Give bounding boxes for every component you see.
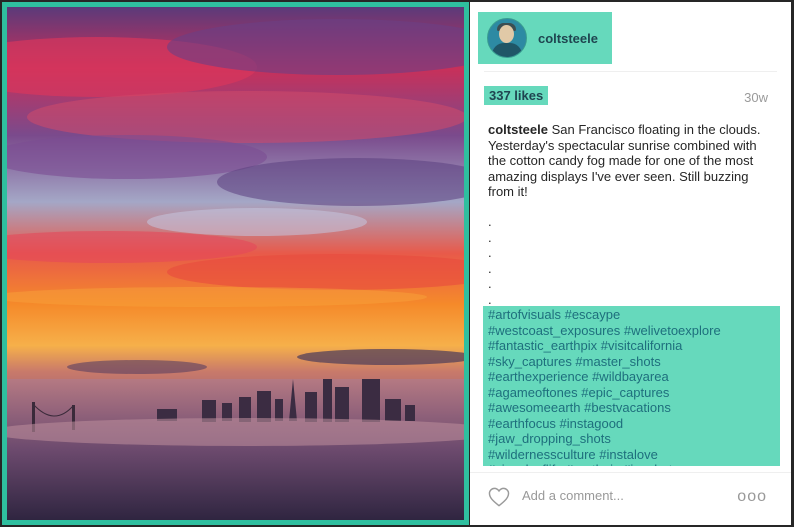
likes-count[interactable]: 337 likes — [484, 86, 549, 105]
more-options-icon[interactable]: ooo — [737, 488, 767, 506]
avatar-head — [499, 25, 514, 43]
post-details-panel: coltsteele 337 likes 30w coltsteele San … — [470, 2, 791, 525]
comment-input[interactable] — [522, 488, 722, 503]
comment-bar: ooo — [470, 472, 791, 525]
post-header: coltsteele — [478, 12, 612, 64]
post-modal: coltsteele 337 likes 30w coltsteele San … — [0, 0, 794, 527]
header-divider — [484, 71, 777, 72]
hashtag-list[interactable]: #artofvisuals #escaype #westcoast_exposu… — [483, 306, 780, 466]
avatar[interactable] — [487, 18, 527, 58]
sunset-photo — [7, 7, 464, 520]
caption-username[interactable]: coltsteele — [488, 122, 548, 137]
heart-icon[interactable] — [488, 487, 510, 512]
post-timestamp[interactable]: 30w — [744, 90, 768, 105]
post-caption: coltsteele San Francisco floating in the… — [488, 122, 764, 200]
username-link[interactable]: coltsteele — [538, 31, 598, 46]
avatar-body — [492, 43, 522, 57]
post-photo[interactable] — [2, 2, 469, 525]
caption-dots: . . . . . . — [488, 214, 492, 307]
hashtags-text[interactable]: #artofvisuals #escaype #westcoast_exposu… — [483, 306, 780, 466]
